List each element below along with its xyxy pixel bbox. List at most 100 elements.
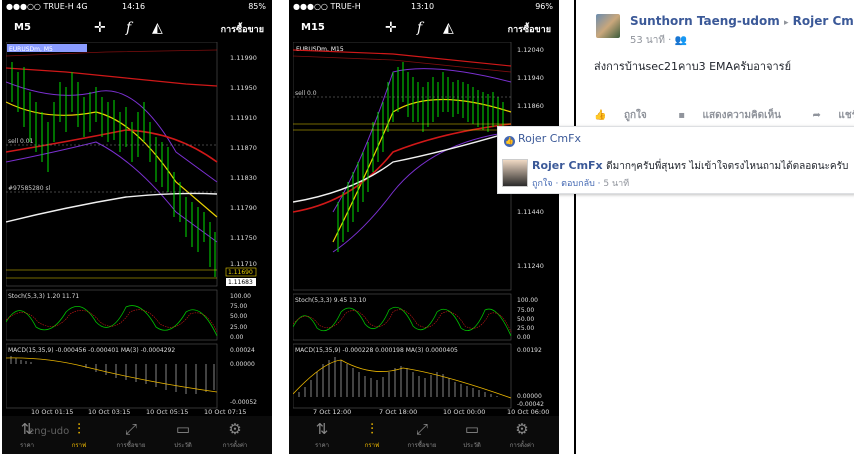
svg-text:1.11870: 1.11870: [230, 144, 257, 152]
avatar[interactable]: [502, 159, 528, 187]
svg-text:0.00: 0.00: [230, 334, 244, 341]
timeframe-button[interactable]: M15: [301, 22, 325, 33]
time-axis: 7 Oct 12:00 7 Oct 18:00 10 Oct 00:00 10 …: [313, 408, 549, 416]
svg-text:7 Oct 18:00: 7 Oct 18:00: [379, 408, 417, 416]
chart-icon: ⫶: [370, 420, 374, 438]
phone-screen-m15: ●●●○○ TRUE-H 13:10 96% M15 ✛ f ◭ การซื้อ…: [289, 0, 559, 454]
post-time: 53 นาที · 👥: [630, 33, 687, 48]
target-link[interactable]: Rojer CmFx: [793, 14, 854, 28]
chart-toolbar: M5 ✛ f ◭ การซื้อขาย: [2, 14, 272, 44]
sell-order-label: sell 0.01: [8, 138, 34, 145]
objects-icon[interactable]: ◭: [152, 20, 163, 36]
svg-text:1.11440: 1.11440: [517, 208, 544, 216]
svg-text:100.00: 100.00: [230, 293, 251, 300]
tab-history[interactable]: ▭ ประวัติ: [158, 416, 208, 454]
macd-label: MACD(15,35,9) -0.000456 -0.000401 MA(3) …: [8, 347, 175, 354]
timestamp-link[interactable]: 53 นาที: [630, 35, 665, 46]
tab-trade[interactable]: ⤢ การซื้อขาย: [397, 416, 447, 454]
battery-label: 96%: [535, 2, 553, 11]
tab-trade[interactable]: ⤢ การซื้อขาย: [106, 416, 156, 454]
price-chart[interactable]: EURUSDm, M15 sell 0.0 1.12040 1.11940 1.…: [293, 42, 559, 416]
post-text: ส่งการบ้านsec21คาบ3 EMAครับอาจารย์: [594, 60, 792, 73]
trade-icon: ⤢: [415, 420, 428, 438]
history-icon: ▭: [175, 420, 191, 438]
svg-text:1.11860: 1.11860: [517, 102, 544, 110]
avatar[interactable]: [596, 14, 620, 38]
svg-text:0.00: 0.00: [517, 334, 531, 341]
svg-text:10 Oct 06:00: 10 Oct 06:00: [507, 408, 549, 416]
svg-text:10 Oct 03:15: 10 Oct 03:15: [88, 408, 130, 416]
reply-author-link[interactable]: Rojer CmFx: [532, 159, 603, 172]
indicator-icon[interactable]: f: [417, 20, 422, 36]
notification-header: 👍 Rojer CmFx: [504, 132, 581, 147]
svg-text:7 Oct 12:00: 7 Oct 12:00: [313, 408, 351, 416]
tab-quotes[interactable]: ⇅ ราคา: [297, 416, 347, 454]
carrier-label: ●●●○○ TRUE-H 4G: [6, 2, 88, 11]
price-chart[interactable]: EURUSDm, M5 sell 0.01 #97585280 sl 1.119…: [6, 42, 272, 416]
stochastic-label: Stoch(5,3,3) 9.45 13.10: [295, 297, 366, 304]
svg-text:50.00: 50.00: [517, 316, 534, 323]
status-bar: ●●●○○ TRUE-H 4G 14:16 85%: [2, 0, 272, 14]
tab-chart[interactable]: ⫶ กราฟ: [347, 416, 397, 454]
friends-icon: · 👥: [668, 35, 687, 46]
svg-text:1.11910: 1.11910: [230, 114, 257, 122]
settings-icon: ⚙: [515, 420, 529, 438]
reply-reply-link[interactable]: ตอบกลับ: [561, 179, 595, 189]
post: Sunthorn Taeng-udom ▸ Rojer CmFx 53 นาที…: [576, 0, 854, 125]
svg-text:0.00024: 0.00024: [230, 347, 255, 354]
macd-axis: 0.00024 0.00000 -0.00052: [230, 347, 257, 406]
reply-time[interactable]: 5 นาที: [603, 179, 629, 189]
crosshair-icon[interactable]: ✛: [94, 20, 106, 36]
stop-loss-label: #97585280 sl: [8, 185, 51, 192]
reply-like-link[interactable]: ถูกใจ: [532, 179, 553, 189]
svg-text:10 Oct 01:15: 10 Oct 01:15: [31, 408, 73, 416]
comment-icon: ▪: [678, 110, 689, 121]
stochastic-label: Stoch(5,3,3) 1.20 11.71: [8, 293, 79, 300]
share-button[interactable]: ➦ แชร์: [813, 110, 854, 121]
timeframe-button[interactable]: M5: [14, 22, 31, 33]
svg-text:1.11830: 1.11830: [230, 174, 257, 182]
phone-screen-m5: ●●●○○ TRUE-H 4G 14:16 85% M5 ✛ f ◭ การซื…: [2, 0, 272, 454]
tab-settings[interactable]: ⚙ การตั้งค่า: [210, 416, 260, 454]
tab-settings[interactable]: ⚙ การตั้งค่า: [497, 416, 547, 454]
svg-text:1.12040: 1.12040: [517, 46, 544, 54]
svg-text:25.00: 25.00: [517, 325, 534, 332]
comment-notification[interactable]: 👍 Rojer CmFx Rojer CmFx ดีมากๆครับพี่สุนท…: [497, 126, 854, 194]
svg-text:0.00000: 0.00000: [517, 393, 542, 400]
post-actions: 👍 ถูกใจ ▪ แสดงความคิดเห็น ➦ แชร์: [594, 108, 854, 123]
svg-text:10 Oct 05:15: 10 Oct 05:15: [146, 408, 188, 416]
ask-price-tag: 1.11683: [228, 279, 253, 286]
quotes-icon: ⇅: [315, 420, 329, 438]
svg-text:10 Oct 00:00: 10 Oct 00:00: [443, 408, 485, 416]
svg-text:100.00: 100.00: [517, 297, 538, 304]
svg-text:-0.00052: -0.00052: [230, 399, 257, 406]
macd-axis: 0.00192 0.00000 -0.00042: [517, 347, 544, 408]
candles: [337, 62, 504, 252]
svg-text:-0.00042: -0.00042: [517, 401, 544, 408]
svg-text:75.00: 75.00: [517, 307, 534, 314]
settings-icon: ⚙: [228, 420, 242, 438]
trade-button[interactable]: การซื้อขาย: [221, 22, 264, 36]
clock: 14:16: [122, 2, 146, 11]
svg-text:1.11940: 1.11940: [517, 74, 544, 82]
price-axis: 1.11990 1.11950 1.11910 1.11870 1.11830 …: [230, 54, 257, 268]
tab-bar: ⇅ ราคา ⫶ กราฟ ⤢ การซื้อขาย ▭ ประวัติ ⚙ การตั้…: [289, 416, 559, 454]
objects-icon[interactable]: ◭: [443, 20, 454, 36]
macd-label: MACD(15,35,9) -0.000228 0.000198 MA(3) 0…: [295, 347, 458, 354]
tab-history[interactable]: ▭ ประวัติ: [447, 416, 497, 454]
crosshair-icon[interactable]: ✛: [385, 20, 397, 36]
history-icon: ▭: [464, 420, 480, 438]
svg-text:0.00192: 0.00192: [517, 347, 542, 354]
svg-text:10 Oct 07:15: 10 Oct 07:15: [204, 408, 246, 416]
svg-text:1.11790: 1.11790: [230, 204, 257, 212]
author-link[interactable]: Sunthorn Taeng-udom: [630, 14, 780, 28]
indicator-icon[interactable]: f: [126, 20, 131, 36]
stochastic-axis: 100.00 75.00 50.00 25.00 0.00: [517, 297, 538, 341]
comment-button[interactable]: ▪ แสดงความคิดเห็น: [678, 110, 795, 121]
chart-toolbar: M15 ✛ f ◭ การซื้อขาย: [289, 14, 559, 44]
trade-button[interactable]: การซื้อขาย: [508, 22, 551, 36]
clock: 13:10: [411, 2, 435, 11]
facebook-post-panel: Sunthorn Taeng-udom ▸ Rojer CmFx 53 นาที…: [574, 0, 854, 454]
post-header: Sunthorn Taeng-udom ▸ Rojer CmFx: [630, 14, 854, 28]
like-button[interactable]: 👍 ถูกใจ: [594, 110, 661, 121]
